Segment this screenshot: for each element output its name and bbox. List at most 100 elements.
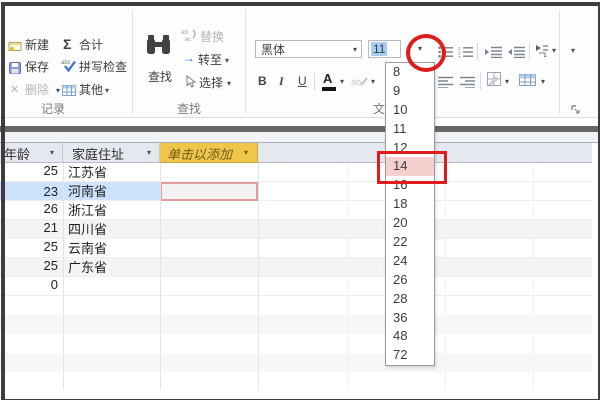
font-size-option[interactable]: 72 xyxy=(386,346,434,365)
more-table-icon xyxy=(62,83,76,101)
find-button[interactable]: 查找 xyxy=(148,70,172,84)
numbering-icon[interactable]: 123 xyxy=(458,45,474,63)
spelling-button[interactable]: 拼写检查 xyxy=(79,60,127,74)
table-row[interactable]: 21 四川省 xyxy=(0,220,592,239)
font-size-option[interactable]: 18 xyxy=(386,195,434,214)
select-cursor-icon xyxy=(186,75,197,93)
spelling-check-icon: abc xyxy=(61,58,76,77)
align-right-icon[interactable] xyxy=(460,75,476,93)
column-dropdown-icon[interactable]: ▾ xyxy=(147,149,151,157)
age-cell[interactable]: 21 xyxy=(0,220,58,235)
alt-row-color-icon[interactable] xyxy=(519,73,536,91)
font-size-option[interactable]: 48 xyxy=(386,327,434,346)
band-gap xyxy=(0,132,600,142)
age-cell[interactable]: 25 xyxy=(0,239,58,254)
text-direction-icon[interactable] xyxy=(535,44,549,62)
column-header-address-label: 家庭住址 xyxy=(72,147,125,162)
address-cell[interactable]: 云南省 xyxy=(68,241,107,256)
font-size-option[interactable]: 36 xyxy=(386,309,434,328)
svg-text:ab: ab xyxy=(181,29,189,36)
delete-button[interactable]: 删除 xyxy=(25,83,49,97)
more-button[interactable]: 其他 xyxy=(79,83,103,97)
age-cell[interactable]: 25 xyxy=(0,258,58,273)
table-row[interactable]: 25 广东省 xyxy=(0,258,592,277)
more-dropdown-icon[interactable]: ▾ xyxy=(105,87,109,95)
font-size-option[interactable]: 20 xyxy=(386,214,434,233)
replace-button[interactable]: 替换 xyxy=(200,30,224,44)
decrease-indent-icon[interactable] xyxy=(508,45,526,63)
goto-arrow-icon: → xyxy=(183,51,195,65)
goto-dropdown-icon[interactable]: ▾ xyxy=(225,57,229,65)
font-size-option[interactable]: 24 xyxy=(386,252,434,271)
gridlines-dropdown-icon[interactable]: ▾ xyxy=(505,78,509,86)
active-cell[interactable] xyxy=(160,182,258,201)
save-icon xyxy=(9,61,21,79)
faint-gridline xyxy=(533,163,534,390)
table-row-new[interactable]: 0 xyxy=(0,277,592,296)
table-row[interactable]: 26 浙江省 xyxy=(0,201,592,220)
gridlines-icon[interactable] xyxy=(487,72,502,91)
highlight-dropdown-icon[interactable]: ▾ xyxy=(371,78,375,86)
address-cell[interactable]: 四川省 xyxy=(68,222,107,237)
faint-gridline xyxy=(445,163,446,390)
table-row-selected[interactable]: 23 河南省 xyxy=(0,182,592,201)
font-name-dropdown-icon[interactable]: ▾ xyxy=(353,46,357,54)
font-size-value: 11 xyxy=(371,42,388,56)
column-header-click-to-add[interactable]: 单击以添加 ▾ xyxy=(160,143,258,163)
address-cell[interactable]: 江苏省 xyxy=(68,165,107,180)
font-size-option[interactable]: 28 xyxy=(386,290,434,309)
age-cell[interactable]: 23 xyxy=(0,184,58,199)
collapsed-dropdown-icon[interactable]: ▾ xyxy=(571,47,575,55)
small-separator xyxy=(477,43,478,60)
font-color-dropdown-icon[interactable]: ▾ xyxy=(340,78,344,86)
font-name-combo[interactable]: 黑体 ▾ xyxy=(255,40,362,58)
font-size-option[interactable]: 11 xyxy=(386,120,434,139)
font-size-dropdown-list[interactable]: 8 9 10 11 12 14 16 18 20 22 24 26 28 36 … xyxy=(385,62,435,367)
save-button[interactable]: 保存 xyxy=(25,60,49,74)
column-gridline xyxy=(160,163,161,390)
totals-button[interactable]: 合计 xyxy=(79,38,103,52)
address-cell[interactable]: 广东省 xyxy=(68,260,107,275)
delete-dropdown-icon[interactable]: ▾ xyxy=(56,87,60,95)
replace-icon: ab ac xyxy=(181,28,197,47)
select-dropdown-icon[interactable]: ▾ xyxy=(227,80,231,88)
font-name-value: 黑体 xyxy=(261,43,286,57)
binoculars-find-icon xyxy=(146,33,171,61)
alt-row-dropdown-icon[interactable]: ▾ xyxy=(541,78,545,86)
totals-sigma-icon: Σ xyxy=(63,36,72,52)
italic-button[interactable]: I xyxy=(279,74,284,89)
bold-button[interactable]: B xyxy=(258,74,267,88)
age-cell[interactable]: 0 xyxy=(0,277,58,292)
align-left-icon[interactable] xyxy=(438,75,454,93)
address-cell[interactable]: 浙江省 xyxy=(68,203,107,218)
font-size-option[interactable]: 9 xyxy=(386,82,434,101)
dialog-launcher-icon[interactable] xyxy=(571,102,581,120)
highlight-color-icon[interactable]: ab xyxy=(351,75,368,93)
increase-indent-icon[interactable] xyxy=(485,45,503,63)
annotation-circle-dropdown xyxy=(406,34,446,72)
font-color-icon[interactable]: A xyxy=(323,71,332,86)
address-cell[interactable]: 河南省 xyxy=(68,184,107,199)
age-cell[interactable]: 26 xyxy=(0,201,58,216)
goto-button[interactable]: 转至 xyxy=(198,53,222,67)
column-dropdown-icon[interactable]: ▾ xyxy=(244,149,248,157)
font-size-box[interactable]: 11 xyxy=(368,40,401,58)
table-row[interactable]: 25 江苏省 xyxy=(0,163,592,182)
column-header-age[interactable]: 年龄 ▾ xyxy=(0,143,63,163)
column-dropdown-icon[interactable]: ▾ xyxy=(50,149,54,157)
ribbon-bottom-border xyxy=(0,117,600,118)
table-row[interactable]: 25 云南省 xyxy=(0,239,592,258)
font-size-option[interactable]: 26 xyxy=(386,271,434,290)
underline-button[interactable]: U xyxy=(298,74,307,88)
font-size-option[interactable]: 22 xyxy=(386,233,434,252)
age-cell[interactable]: 25 xyxy=(0,163,58,178)
svg-text:ac: ac xyxy=(185,36,193,42)
column-header-age-label: 年龄 xyxy=(4,147,31,162)
select-button[interactable]: 选择 xyxy=(199,76,223,90)
font-size-option[interactable]: 10 xyxy=(386,101,434,120)
empty-rows-area xyxy=(0,296,592,390)
new-button[interactable]: 新建 xyxy=(25,38,49,52)
text-direction-dropdown-icon[interactable]: ▾ xyxy=(552,47,556,55)
textformat-group-label-partial: 文 xyxy=(373,102,386,116)
column-header-address[interactable]: 家庭住址 ▾ xyxy=(63,143,160,163)
